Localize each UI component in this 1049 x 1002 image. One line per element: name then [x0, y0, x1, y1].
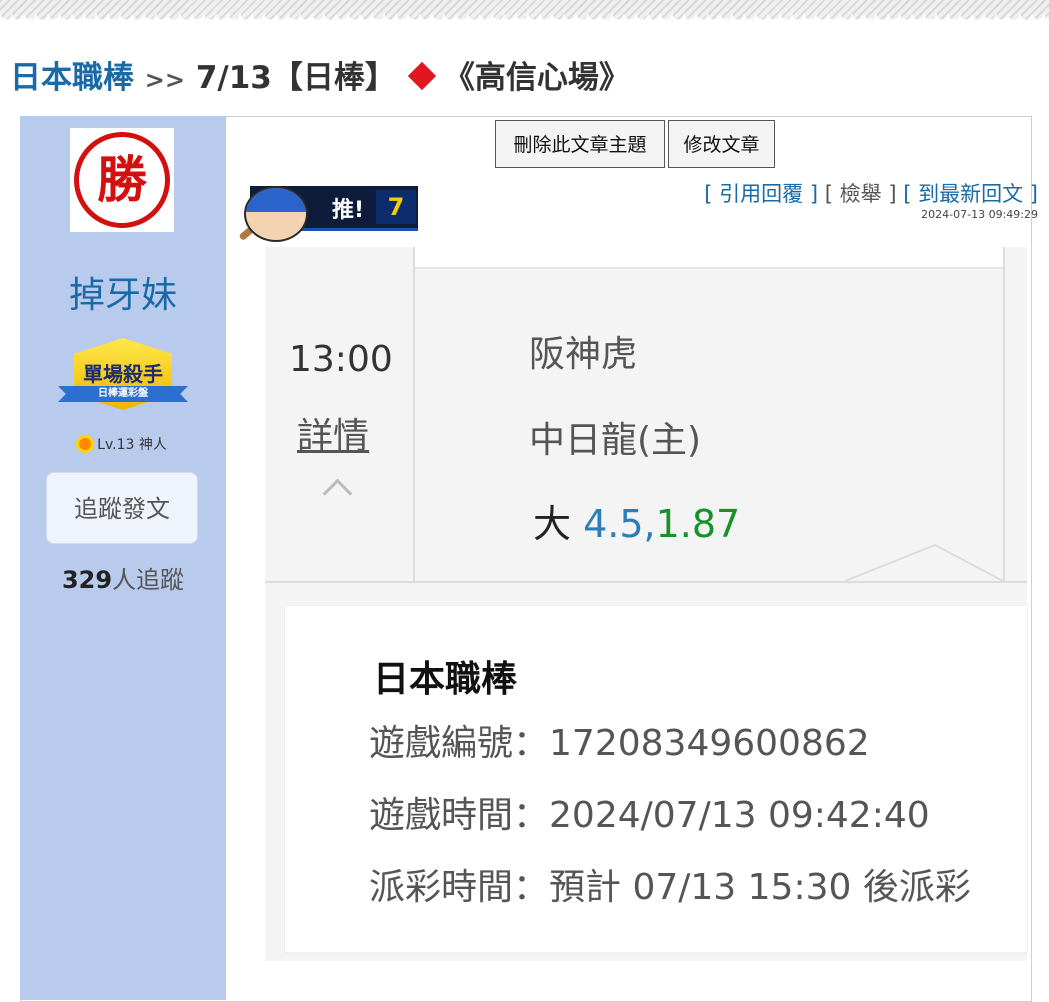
- quote-reply-link[interactable]: 引用回覆: [719, 182, 803, 206]
- user-sidebar: 勝 掉牙妹 單場殺手 日棒運彩盤 Lv.13 神人 追蹤發文 329人追蹤: [20, 116, 226, 1000]
- breadcrumb-separator: >>: [144, 66, 186, 94]
- top-border-pattern: [0, 0, 1049, 20]
- push-button[interactable]: 推! 7: [236, 182, 420, 246]
- avatar-char: 勝: [74, 132, 170, 228]
- followers-number: 329: [61, 566, 113, 594]
- rank-badge: 單場殺手 日棒運彩盤: [58, 338, 188, 416]
- game-id-label: 遊戲編號：: [369, 723, 550, 764]
- pick-odds: 1.87: [655, 502, 741, 546]
- game-id-value: 17208349600862: [549, 723, 870, 764]
- user-level-text: Lv.13 神人: [97, 437, 167, 453]
- breadcrumb: 日本職棒 >> 7/13【日棒】 《高信心場》: [10, 52, 630, 97]
- payout-label: 派彩時間：: [369, 867, 550, 908]
- card-notch: [845, 543, 1004, 582]
- post-actions: [ 引用回覆 ] [ 檢舉 ] [ 到最新回文 ]: [704, 182, 1038, 206]
- delete-topic-button[interactable]: 刪除此文章主題: [495, 120, 665, 168]
- game-card: 13:00 詳情 阪神虎 中日龍(主) 大 4.5,1.87: [265, 247, 1027, 587]
- game-time-label: 遊戲時間：: [369, 795, 550, 836]
- diamond-icon: [407, 61, 437, 91]
- username-link[interactable]: 掉牙妹: [20, 266, 226, 318]
- badge-title: 單場殺手: [83, 362, 163, 386]
- info-league: 日本職棒: [373, 659, 518, 700]
- user-level: Lv.13 神人: [20, 434, 226, 454]
- push-label: 推!: [332, 198, 365, 223]
- game-time-value: 2024/07/13 09:42:40: [549, 795, 930, 836]
- game-id-row: 遊戲編號：17208349600862: [369, 714, 870, 766]
- followers-label: 人追蹤: [112, 566, 185, 594]
- detail-link[interactable]: 詳情: [297, 407, 369, 459]
- avatar[interactable]: 勝: [70, 128, 174, 232]
- payout-value: 預計 07/13 15:30 後派彩: [549, 867, 971, 908]
- game-time-row: 遊戲時間：2024/07/13 09:42:40: [369, 786, 930, 838]
- follow-button[interactable]: 追蹤發文: [46, 472, 198, 544]
- breadcrumb-category-link[interactable]: 日本職棒: [10, 60, 134, 96]
- pick-side: 大: [533, 502, 572, 546]
- badge-ribbon: 日棒運彩盤: [58, 386, 188, 402]
- payout-row: 派彩時間：預計 07/13 15:30 後派彩: [369, 858, 971, 910]
- post-timestamp: 2024-07-13 09:49:29: [921, 208, 1038, 221]
- push-count: 7: [376, 190, 416, 224]
- breadcrumb-title-suffix: 《高信心場》: [443, 60, 630, 96]
- followers-count: 329人追蹤: [20, 560, 226, 595]
- chevron-up-icon[interactable]: [322, 478, 353, 509]
- pick: 大 4.5,1.87: [533, 493, 740, 548]
- sun-icon: [79, 438, 92, 450]
- report-link[interactable]: 檢舉: [840, 182, 882, 206]
- pick-line: 4.5,: [583, 502, 656, 546]
- game-time: 13:00: [289, 339, 393, 380]
- breadcrumb-title-prefix: 7/13【日棒】: [195, 60, 396, 96]
- latest-reply-link[interactable]: 到最新回文: [918, 182, 1023, 206]
- mascot-icon: [244, 186, 308, 242]
- game-info-panel: 日本職棒 遊戲編號：17208349600862 遊戲時間：2024/07/13…: [285, 606, 1027, 952]
- team-away: 阪神虎: [529, 334, 638, 375]
- edit-post-button[interactable]: 修改文章: [668, 120, 775, 168]
- team-home: 中日龍(主): [529, 420, 702, 461]
